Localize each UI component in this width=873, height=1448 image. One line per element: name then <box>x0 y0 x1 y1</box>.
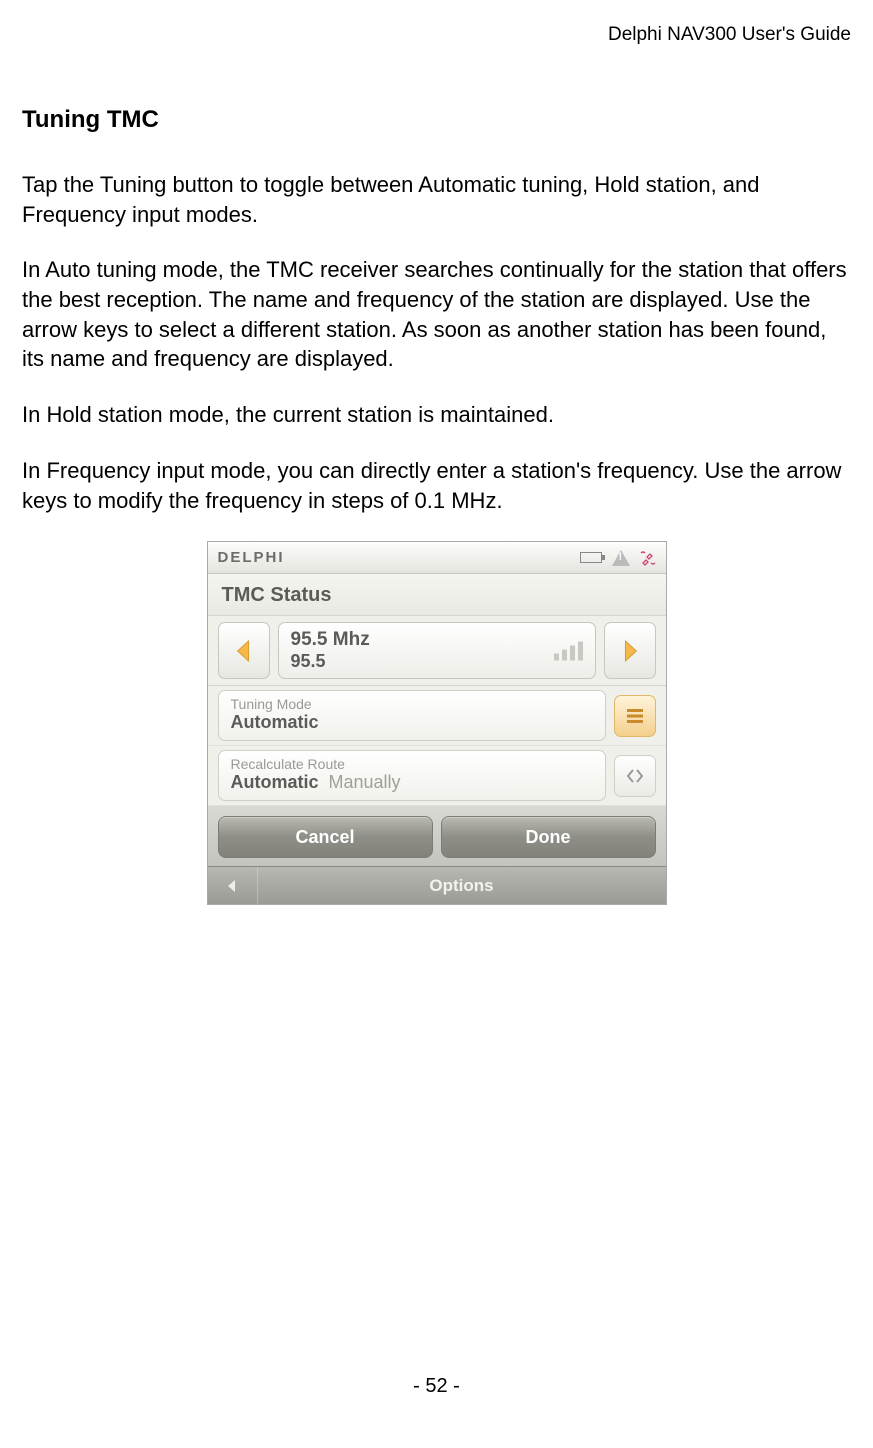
prev-station-button[interactable] <box>218 622 270 679</box>
doc-header: Delphi NAV300 User's Guide <box>22 24 851 46</box>
toggle-arrows-icon[interactable] <box>614 755 656 797</box>
next-station-button[interactable] <box>604 622 656 679</box>
tuning-mode-value: Automatic <box>231 712 593 733</box>
brand-label: DELPHI <box>218 549 580 566</box>
recalculate-route-label: Recalculate Route <box>231 756 593 772</box>
satellite-icon <box>640 550 656 566</box>
paragraph: In Hold station mode, the current statio… <box>22 400 851 430</box>
options-button[interactable]: Options <box>258 876 666 896</box>
frequency-line2: 95.5 <box>291 651 583 672</box>
back-button[interactable] <box>208 867 258 904</box>
frequency-display: 95.5 Mhz 95.5 <box>278 622 596 679</box>
recalculate-route-field[interactable]: Recalculate Route Automatic Manually <box>218 750 606 801</box>
warning-icon <box>612 550 630 566</box>
device-screenshot: DELPHI TMC Status 95.5 Mhz 95.5 <box>22 541 851 905</box>
cancel-button[interactable]: Cancel <box>218 816 433 858</box>
battery-icon <box>580 552 602 563</box>
tuning-mode-label: Tuning Mode <box>231 696 593 712</box>
device-topbar: DELPHI <box>208 542 666 574</box>
frequency-line1: 95.5 Mhz <box>291 629 583 651</box>
page-number: - 52 - <box>0 1375 873 1398</box>
paragraph: In Auto tuning mode, the TMC receiver se… <box>22 255 851 374</box>
paragraph: In Frequency input mode, you can directl… <box>22 456 851 515</box>
screen-title: TMC Status <box>208 574 666 616</box>
done-button[interactable]: Done <box>441 816 656 858</box>
section-heading: Tuning TMC <box>22 106 851 134</box>
signal-strength-icon <box>554 641 583 660</box>
tuning-mode-field[interactable]: Tuning Mode Automatic <box>218 690 606 741</box>
recalc-value-primary: Automatic <box>231 772 319 792</box>
recalc-value-secondary: Manually <box>329 772 401 792</box>
list-icon[interactable] <box>614 695 656 737</box>
paragraph: Tap the Tuning button to toggle between … <box>22 170 851 229</box>
